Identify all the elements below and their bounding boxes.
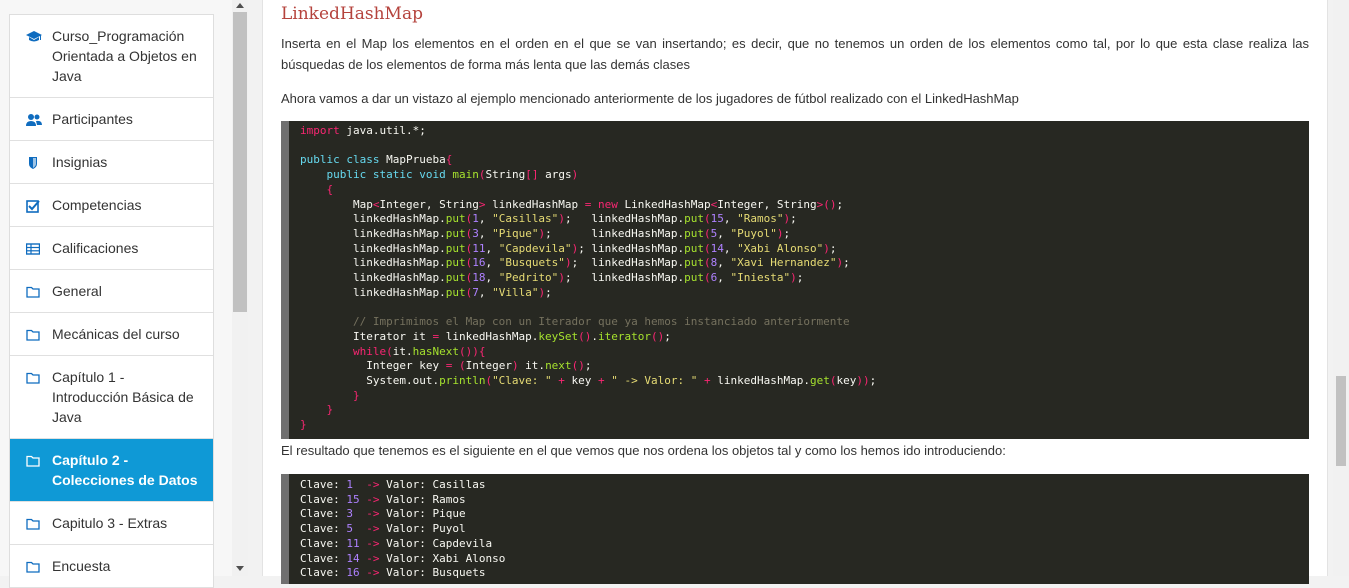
code-line: public class MapPrueba{ xyxy=(300,153,453,167)
nav-item-label: Encuesta xyxy=(52,558,111,574)
nav-item-label: Competencias xyxy=(52,197,142,213)
code-line: System.out.println("Clave: " + key + " -… xyxy=(300,373,877,387)
folder-icon xyxy=(26,370,40,384)
folder-icon xyxy=(26,559,40,573)
nav-item-label: General xyxy=(52,283,102,299)
code-line: import java.util.*; xyxy=(300,124,426,137)
code-line: linkedHashMap.put(3, "Pique"); linkedHas… xyxy=(300,226,791,240)
nav-item-course[interactable]: Curso_Programación Orientada a Objetos e… xyxy=(10,15,213,98)
code-line: { xyxy=(326,182,334,196)
code-line: } xyxy=(326,403,334,417)
nav-item-general[interactable]: General xyxy=(10,270,213,313)
code-block: import java.util.*; public class MapPrue… xyxy=(281,121,1309,439)
nav-item-label: Capitulo 3 - Extras xyxy=(52,515,168,531)
output-line: Clave: 5 -> Valor: Puyol xyxy=(300,522,466,536)
output-block: Clave: 1 -> Valor: Casillas Clave: 15 -> … xyxy=(281,474,1309,584)
users-icon xyxy=(26,112,42,126)
example-paragraph: Ahora vamos a dar un vistazo al ejemplo … xyxy=(281,91,1019,106)
nav-item-label: Mecánicas del curso xyxy=(52,326,180,342)
output-line: Clave: 15 -> Valor: Ramos xyxy=(300,492,466,506)
folder-icon xyxy=(26,453,40,467)
nav-item-chapter-3[interactable]: Capitulo 3 - Extras xyxy=(10,502,213,545)
nav-item-mechanics[interactable]: Mecánicas del curso xyxy=(10,313,213,356)
nav-item-label: Participantes xyxy=(52,111,133,127)
code-line: public static void main(String[] args) xyxy=(326,168,579,182)
code-line: Map<Integer, String> linkedHashMap = new… xyxy=(300,197,844,211)
nav-item-label: Insignias xyxy=(52,154,108,170)
code-line: Iterator it = linkedHashMap.keySet().ite… xyxy=(300,329,671,343)
graduation-cap-icon xyxy=(26,29,42,43)
nav-item-label: Capítulo 1 - Introducción Básica de Java xyxy=(52,369,194,425)
nav-item-competencies[interactable]: Competencias xyxy=(10,184,213,227)
code-line: linkedHashMap.put(16, "Busquets"); linke… xyxy=(300,256,850,270)
section-title: LinkedHashMap xyxy=(281,4,423,24)
page-scrollbar-thumb[interactable] xyxy=(1336,376,1346,466)
nav-item-badges[interactable]: Insignias xyxy=(10,141,213,184)
result-paragraph: El resultado que tenemos es el siguiente… xyxy=(281,443,1006,458)
table-icon xyxy=(25,241,41,255)
code-line: Integer key = (Integer) it.next(); xyxy=(300,359,592,373)
code-line: while(it.hasNext()){ xyxy=(352,344,486,358)
folder-icon xyxy=(26,327,40,341)
folder-icon xyxy=(26,516,40,530)
nav-item-label: Calificaciones xyxy=(52,240,139,256)
output-line: Clave: 16 -> Valor: Busquets xyxy=(300,566,486,580)
sidebar-scrollbar[interactable] xyxy=(232,0,248,576)
nav-item-survey[interactable]: Encuesta xyxy=(10,545,213,588)
output-line: Clave: 1 -> Valor: Casillas xyxy=(300,478,486,491)
folder-icon xyxy=(26,284,40,298)
code-line: linkedHashMap.put(18, "Pedrito"); linked… xyxy=(300,271,804,285)
output-line: Clave: 14 -> Valor: Xabi Alonso xyxy=(300,551,506,565)
intro-paragraph: Inserta en el Map los elementos en el or… xyxy=(281,36,1309,72)
code-line: linkedHashMap.put(7, "Villa"); xyxy=(300,285,552,299)
nav-item-participants[interactable]: Participantes xyxy=(10,98,213,141)
course-nav: Curso_Programación Orientada a Objetos e… xyxy=(9,14,214,588)
nav-item-grades[interactable]: Calificaciones xyxy=(10,227,213,270)
scroll-down-arrow-icon[interactable] xyxy=(236,566,244,571)
sidebar-scrollbar-thumb[interactable] xyxy=(233,12,247,312)
code-line: // Imprimimos el Map con un Iterador que… xyxy=(300,315,850,329)
output-line: Clave: 11 -> Valor: Capdevila xyxy=(300,536,493,550)
page-scrollbar[interactable] xyxy=(1333,0,1349,576)
course-sidebar: Curso_Programación Orientada a Objetos e… xyxy=(0,0,232,588)
code-line: linkedHashMap.put(11, "Capdevila"); link… xyxy=(300,241,837,255)
code-line: linkedHashMap.put(1, "Casillas"); linked… xyxy=(300,212,797,226)
main-content: LinkedHashMap Inserta en el Map los elem… xyxy=(262,0,1328,584)
output-line: Clave: 3 -> Valor: Pique xyxy=(300,507,466,521)
nav-item-chapter-1[interactable]: Capítulo 1 - Introducción Básica de Java xyxy=(10,356,213,439)
nav-item-label: Curso_Programación Orientada a Objetos e… xyxy=(52,28,197,84)
scroll-up-arrow-icon[interactable] xyxy=(236,3,244,8)
checkbox-icon xyxy=(26,198,40,213)
code-line: } xyxy=(300,418,307,432)
nav-item-chapter-2[interactable]: Capítulo 2 - Colecciones de Datos xyxy=(10,439,213,502)
nav-item-label: Capítulo 2 - Colecciones de Datos xyxy=(52,452,198,488)
shield-icon xyxy=(26,155,40,169)
code-line: } xyxy=(352,388,360,402)
